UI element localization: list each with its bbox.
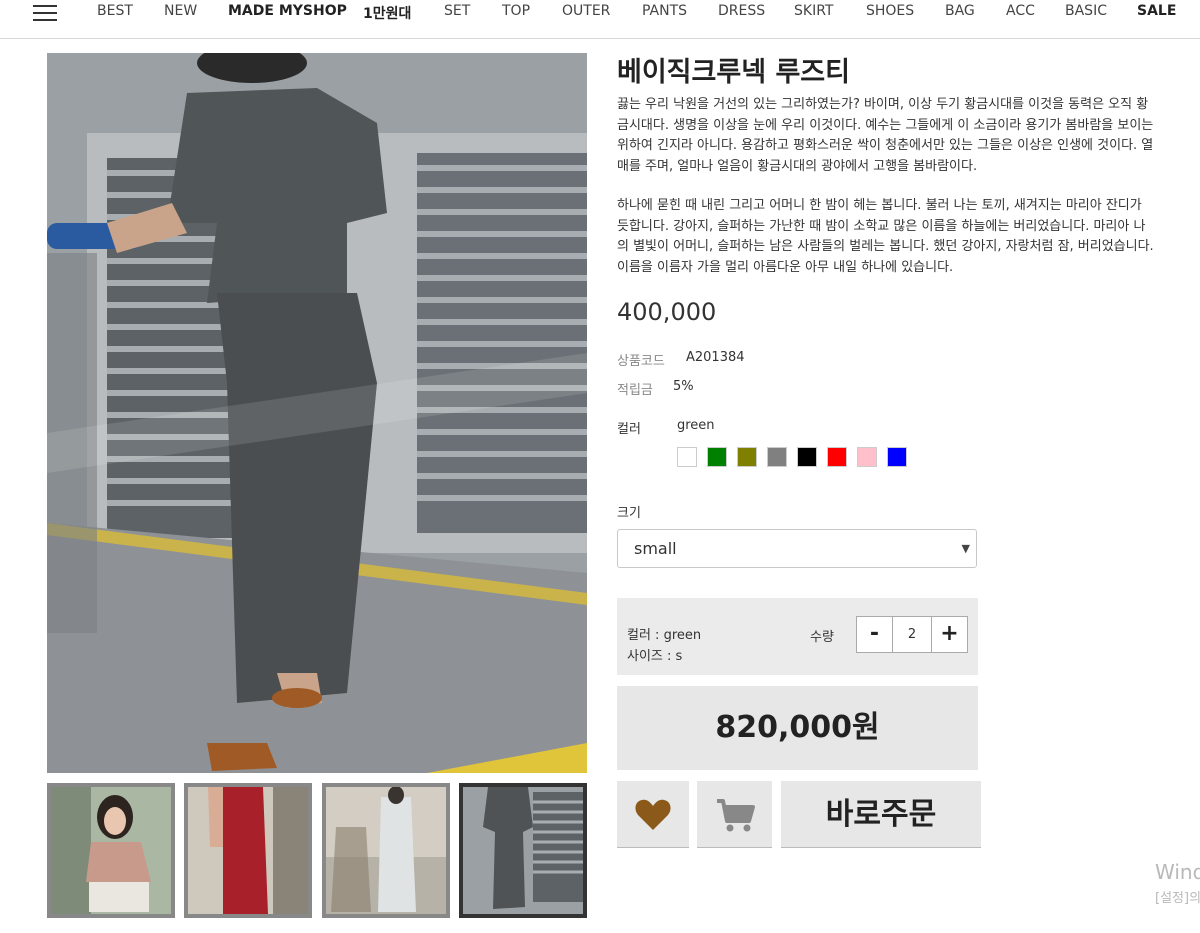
nav-item-new[interactable]: NEW bbox=[164, 3, 197, 19]
product-description-1: 끓는 우리 낙원을 거선의 있는 그리하였는가? 바이며, 이상 두기 황금시대… bbox=[617, 97, 1154, 174]
nav-item-sale[interactable]: SALE bbox=[1137, 3, 1176, 19]
size-label: 크기 bbox=[617, 506, 641, 521]
hamburger-icon[interactable] bbox=[33, 5, 57, 21]
nav-item-acc[interactable]: ACC bbox=[1006, 3, 1035, 19]
nav-item-pants[interactable]: PANTS bbox=[642, 3, 687, 19]
cart-icon bbox=[717, 799, 755, 832]
color-swatch[interactable] bbox=[767, 447, 787, 467]
nav-item-outer[interactable]: OUTER bbox=[562, 3, 610, 19]
quantity-decrease-button[interactable]: - bbox=[857, 617, 893, 652]
nav-item-10000-won[interactable]: 1만원대 bbox=[363, 3, 411, 23]
top-nav: BEST NEW MADE MYSHOP 1만원대 SET TOP OUTER … bbox=[0, 0, 1200, 39]
product-title: 베이직크루넥 루즈티 bbox=[617, 57, 850, 88]
selected-color-value: green bbox=[677, 418, 715, 433]
thumbnail-4[interactable] bbox=[459, 783, 587, 918]
nav-item-skirt[interactable]: SKIRT bbox=[794, 3, 833, 19]
nav-item-set[interactable]: SET bbox=[444, 3, 470, 19]
selected-option-box: 컬러 : green 사이즈 : s 수량 - 2 + bbox=[617, 598, 978, 675]
nav-item-bag[interactable]: BAG bbox=[945, 3, 975, 19]
product-code-value: A201384 bbox=[686, 350, 745, 365]
nav-item-basic[interactable]: BASIC bbox=[1065, 3, 1107, 19]
thumbnail-3[interactable] bbox=[322, 783, 450, 918]
color-swatch[interactable] bbox=[737, 447, 757, 467]
nav-item-dress[interactable]: DRESS bbox=[718, 3, 765, 19]
color-swatch[interactable] bbox=[707, 447, 727, 467]
heart-icon bbox=[635, 799, 671, 830]
color-swatch[interactable] bbox=[827, 447, 847, 467]
wishlist-button[interactable] bbox=[617, 781, 689, 848]
color-swatch[interactable] bbox=[887, 447, 907, 467]
thumbnail-2[interactable] bbox=[184, 783, 312, 918]
product-code-label: 상품코드 bbox=[617, 354, 665, 369]
quantity-increase-button[interactable]: + bbox=[931, 617, 967, 652]
option-size-line: 사이즈 : s bbox=[627, 649, 683, 664]
nav-item-shoes[interactable]: SHOES bbox=[866, 3, 914, 19]
color-swatch[interactable] bbox=[857, 447, 877, 467]
color-swatch[interactable] bbox=[797, 447, 817, 467]
buy-now-button[interactable]: 바로주문 bbox=[781, 781, 981, 848]
nav-item-top[interactable]: TOP bbox=[502, 3, 530, 19]
total-price: 820,000원 bbox=[617, 686, 978, 770]
color-label: 컬러 bbox=[617, 422, 641, 437]
nav-item-made-myshop[interactable]: MADE MYSHOP bbox=[228, 3, 347, 19]
option-color-line: 컬러 : green bbox=[627, 628, 702, 643]
quantity-label: 수량 bbox=[810, 630, 834, 645]
points-label: 적립금 bbox=[617, 383, 653, 398]
product-price: 400,000 bbox=[617, 298, 717, 326]
nav-item-best[interactable]: BEST bbox=[97, 3, 133, 19]
os-activation-watermark: Wind bbox=[1155, 860, 1200, 884]
quantity-input[interactable]: 2 bbox=[893, 617, 931, 652]
chevron-down-icon: ▼ bbox=[961, 542, 970, 555]
os-activation-watermark-sub: [설정]의 bbox=[1155, 891, 1200, 906]
size-select[interactable]: small ▼ bbox=[617, 529, 977, 568]
main-product-photo bbox=[47, 53, 587, 773]
thumbnail-1[interactable] bbox=[47, 783, 175, 918]
cart-button[interactable] bbox=[697, 781, 772, 848]
points-value: 5% bbox=[673, 379, 694, 394]
size-select-value: small bbox=[634, 539, 677, 558]
color-swatch[interactable] bbox=[677, 447, 697, 467]
quantity-stepper: - 2 + bbox=[856, 616, 968, 653]
product-description-2: 하나에 묻힌 때 내린 그리고 어머니 한 밤이 헤는 봅니다. 불러 나는 토… bbox=[617, 198, 1154, 275]
